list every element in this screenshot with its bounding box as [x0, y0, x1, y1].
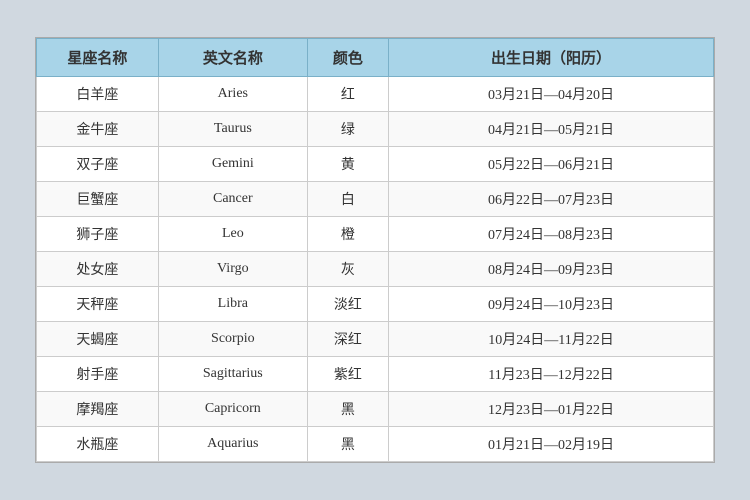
cell-chinese: 射手座: [37, 357, 159, 392]
zodiac-table: 星座名称 英文名称 颜色 出生日期（阳历） 白羊座Aries红03月21日—04…: [36, 38, 714, 462]
cell-date: 10月24日—11月22日: [389, 322, 714, 357]
table-row: 狮子座Leo橙07月24日—08月23日: [37, 217, 714, 252]
cell-english: Leo: [158, 217, 307, 252]
header-color: 颜色: [307, 39, 388, 77]
cell-color: 深红: [307, 322, 388, 357]
table-row: 处女座Virgo灰08月24日—09月23日: [37, 252, 714, 287]
table-row: 金牛座Taurus绿04月21日—05月21日: [37, 112, 714, 147]
cell-english: Sagittarius: [158, 357, 307, 392]
cell-date: 04月21日—05月21日: [389, 112, 714, 147]
header-english: 英文名称: [158, 39, 307, 77]
cell-english: Capricorn: [158, 392, 307, 427]
cell-color: 淡红: [307, 287, 388, 322]
cell-chinese: 水瓶座: [37, 427, 159, 462]
cell-date: 05月22日—06月21日: [389, 147, 714, 182]
table-row: 白羊座Aries红03月21日—04月20日: [37, 77, 714, 112]
cell-date: 07月24日—08月23日: [389, 217, 714, 252]
cell-color: 紫红: [307, 357, 388, 392]
cell-chinese: 金牛座: [37, 112, 159, 147]
cell-color: 灰: [307, 252, 388, 287]
cell-date: 11月23日—12月22日: [389, 357, 714, 392]
cell-chinese: 摩羯座: [37, 392, 159, 427]
cell-color: 黄: [307, 147, 388, 182]
cell-date: 12月23日—01月22日: [389, 392, 714, 427]
cell-chinese: 白羊座: [37, 77, 159, 112]
cell-english: Virgo: [158, 252, 307, 287]
header-date: 出生日期（阳历）: [389, 39, 714, 77]
cell-date: 01月21日—02月19日: [389, 427, 714, 462]
zodiac-table-container: 星座名称 英文名称 颜色 出生日期（阳历） 白羊座Aries红03月21日—04…: [35, 37, 715, 463]
cell-date: 06月22日—07月23日: [389, 182, 714, 217]
cell-english: Aquarius: [158, 427, 307, 462]
table-row: 天秤座Libra淡红09月24日—10月23日: [37, 287, 714, 322]
cell-english: Gemini: [158, 147, 307, 182]
cell-date: 08月24日—09月23日: [389, 252, 714, 287]
cell-english: Taurus: [158, 112, 307, 147]
table-row: 巨蟹座Cancer白06月22日—07月23日: [37, 182, 714, 217]
cell-color: 橙: [307, 217, 388, 252]
cell-english: Aries: [158, 77, 307, 112]
cell-chinese: 狮子座: [37, 217, 159, 252]
cell-date: 09月24日—10月23日: [389, 287, 714, 322]
cell-chinese: 天秤座: [37, 287, 159, 322]
table-row: 摩羯座Capricorn黑12月23日—01月22日: [37, 392, 714, 427]
table-body: 白羊座Aries红03月21日—04月20日金牛座Taurus绿04月21日—0…: [37, 77, 714, 462]
cell-date: 03月21日—04月20日: [389, 77, 714, 112]
cell-color: 白: [307, 182, 388, 217]
cell-color: 红: [307, 77, 388, 112]
cell-chinese: 巨蟹座: [37, 182, 159, 217]
cell-chinese: 处女座: [37, 252, 159, 287]
cell-english: Cancer: [158, 182, 307, 217]
cell-color: 黑: [307, 392, 388, 427]
cell-color: 黑: [307, 427, 388, 462]
cell-color: 绿: [307, 112, 388, 147]
cell-chinese: 双子座: [37, 147, 159, 182]
table-header-row: 星座名称 英文名称 颜色 出生日期（阳历）: [37, 39, 714, 77]
header-chinese: 星座名称: [37, 39, 159, 77]
table-row: 天蝎座Scorpio深红10月24日—11月22日: [37, 322, 714, 357]
cell-english: Libra: [158, 287, 307, 322]
table-row: 射手座Sagittarius紫红11月23日—12月22日: [37, 357, 714, 392]
table-row: 双子座Gemini黄05月22日—06月21日: [37, 147, 714, 182]
cell-english: Scorpio: [158, 322, 307, 357]
table-row: 水瓶座Aquarius黑01月21日—02月19日: [37, 427, 714, 462]
cell-chinese: 天蝎座: [37, 322, 159, 357]
